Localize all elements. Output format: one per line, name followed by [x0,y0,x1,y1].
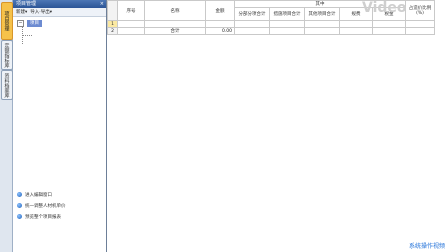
import-export-button[interactable]: 导入·导出▾ [30,9,52,15]
column-header-amount[interactable]: 金额 [205,0,235,21]
column-header-subitem-total[interactable]: 分部分项合计 [234,7,270,21]
new-button[interactable]: 新建▾ [16,9,27,15]
project-panel: 项目管理 × 新建▾ 导入·导出▾ − 项目 进入编辑窗口 统一调整人材机单价 … [13,0,107,252]
column-header-other-total[interactable]: 其他项目合计 [304,7,340,21]
row-number: 2 [107,27,118,35]
corner-cell [107,0,118,21]
close-icon[interactable]: × [100,0,106,8]
open-editor-action[interactable]: 进入编辑窗口 [13,190,106,199]
circle-arrow-icon [17,192,22,197]
panel-title: 项目管理 [16,1,37,7]
table-row[interactable]: 1 [107,20,435,28]
panel-toolbar: 新建▾ 导入·导出▾ [13,8,106,17]
brand-watermark: 系统操作视频 [408,243,445,250]
tree-node-project[interactable]: 项目 [27,20,42,27]
cell-ratio[interactable] [405,20,435,28]
cell-subitem[interactable] [234,20,270,28]
action-label: 进入编辑窗口 [25,192,52,198]
circle-arrow-icon [17,203,22,208]
panel-actions: 进入编辑窗口 统一调整人材机单价 预览整个项目报表 [13,190,106,223]
project-tree: − 项目 [13,17,106,187]
cell-fees[interactable] [339,27,373,35]
cell-seq[interactable] [117,20,145,28]
circle-arrow-icon [17,214,22,219]
action-label: 统一调整人材机单价 [25,203,66,209]
cell-seq[interactable] [117,27,145,35]
cell-measure[interactable] [269,20,305,28]
action-label: 预览整个项目报表 [25,214,61,220]
column-header-cost-ratio[interactable]: 占造价比例(%) [405,0,435,21]
table-row[interactable]: 2 合计 0.00 [107,27,435,35]
cell-tax[interactable] [372,20,406,28]
adjust-prices-action[interactable]: 统一调整人材机单价 [13,201,106,210]
tab-quota-index-library[interactable]: 定额指标库 [1,40,13,70]
cell-other[interactable] [304,20,340,28]
cell-fees[interactable] [339,20,373,28]
column-header-measure-total[interactable]: 措施项目合计 [269,7,305,21]
vertical-tab-strip: 项目管理 定额指标库 资料档案库 [0,0,13,252]
cell-name[interactable]: 合计 [144,27,206,35]
cell-measure[interactable] [269,27,305,35]
cell-amount[interactable]: 0.00 [205,27,235,35]
cell-name[interactable] [144,20,206,28]
cell-tax[interactable] [372,27,406,35]
cell-ratio[interactable] [405,27,435,35]
column-header-seq[interactable]: 序号 [117,0,145,21]
tab-archive-library[interactable]: 资料档案库 [1,70,13,100]
row-number: 1 [107,20,118,28]
panel-title-bar: 项目管理 × [13,0,106,8]
preview-report-action[interactable]: 预览整个项目报表 [13,212,106,221]
column-header-name[interactable]: 名称 [144,0,206,21]
video-watermark: Video [362,0,407,16]
tab-project-management[interactable]: 项目管理 [1,2,13,40]
tree-branch-line [22,35,32,36]
cell-amount[interactable] [205,20,235,28]
summary-grid: 序号 名称 金额 其中 占造价比例(%) 分部分项合计 措施项目合计 其他项目合… [107,0,448,252]
cell-subitem[interactable] [234,27,270,35]
cell-other[interactable] [304,27,340,35]
